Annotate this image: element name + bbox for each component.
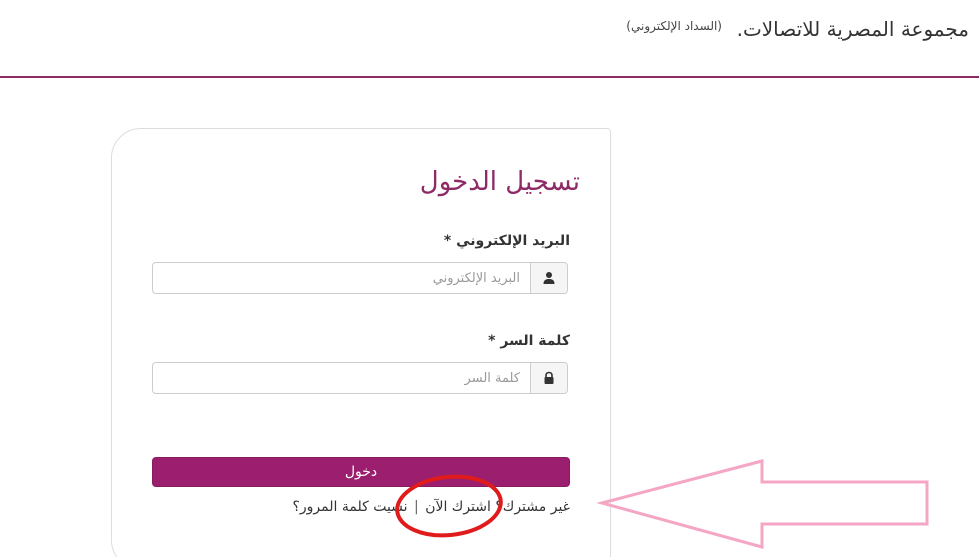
login-card: تسجيل الدخول البريد الإلكتروني * كلمة ال… bbox=[111, 128, 611, 557]
page-header: مجموعة المصرية للاتصالات. (السداد الإلكت… bbox=[0, 0, 979, 78]
link-separator: | bbox=[414, 499, 419, 515]
password-input[interactable] bbox=[153, 363, 530, 393]
email-input[interactable] bbox=[153, 263, 530, 293]
signup-link[interactable]: اشترك الآن bbox=[425, 499, 491, 515]
lock-icon bbox=[530, 363, 567, 393]
account-links: غير مشترك؟ اشترك الآن | نسيت كلمة المرور… bbox=[292, 499, 570, 515]
email-label: البريد الإلكتروني * bbox=[444, 233, 570, 249]
login-title: تسجيل الدخول bbox=[419, 167, 580, 197]
login-page: مجموعة المصرية للاتصالات. (السداد الإلكت… bbox=[0, 0, 979, 557]
email-label-text: البريد الإلكتروني bbox=[456, 233, 570, 249]
required-mark: * bbox=[443, 233, 452, 249]
forgot-password-link[interactable]: نسيت كلمة المرور؟ bbox=[292, 499, 407, 515]
password-label: كلمة السر * bbox=[488, 333, 570, 349]
required-mark: * bbox=[488, 333, 496, 349]
brand-subtitle: (السداد الإلكتروني) bbox=[626, 19, 722, 33]
not-member-text: غير مشترك؟ bbox=[495, 499, 570, 515]
password-label-text: كلمة السر bbox=[500, 333, 570, 349]
login-button[interactable]: دخول bbox=[152, 457, 570, 487]
brand-title: مجموعة المصرية للاتصالات. bbox=[736, 17, 969, 41]
email-input-group bbox=[152, 262, 568, 294]
annotation-arrow bbox=[596, 459, 929, 549]
password-input-group bbox=[152, 362, 568, 394]
user-icon bbox=[530, 263, 567, 293]
